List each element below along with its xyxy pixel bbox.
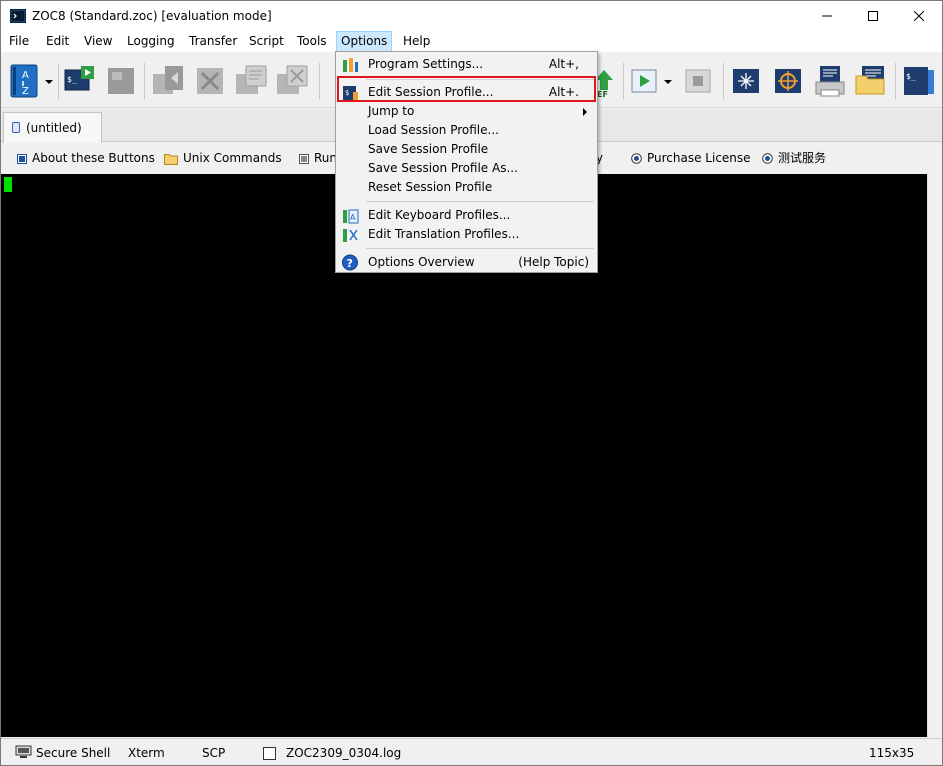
dropdown-arrow-icon[interactable] <box>44 78 54 86</box>
menu-item-save-session-profile[interactable]: Save Session Profile <box>338 140 595 159</box>
about-buttons-button[interactable]: About these Buttons <box>17 150 155 166</box>
sparkle-icon[interactable] <box>730 64 764 98</box>
terminal-settings-icon[interactable]: $_ <box>902 64 936 98</box>
terminal-app-icon <box>10 9 26 23</box>
log-checkbox[interactable] <box>263 747 276 760</box>
connection-status-icon <box>15 745 32 758</box>
menu-edit[interactable]: Edit <box>42 31 73 52</box>
radio-icon <box>631 153 642 164</box>
menu-script[interactable]: Script <box>245 31 288 52</box>
svg-text:?: ? <box>347 257 353 270</box>
tab-untitled[interactable]: (untitled) <box>3 112 102 143</box>
help-icon: ? <box>342 254 358 271</box>
menu-item-edit-keyboard-profiles[interactable]: A Edit Keyboard Profiles... <box>338 206 595 225</box>
session-tab-icon <box>12 122 20 133</box>
dropdown-arrow-icon[interactable] <box>663 78 673 86</box>
status-size: 115x35 <box>869 746 915 760</box>
folder-icon[interactable] <box>854 64 888 98</box>
test-service-button[interactable]: 测试服务 <box>762 150 826 166</box>
cancel-icon[interactable] <box>193 64 227 98</box>
print-icon[interactable] <box>813 64 847 98</box>
submenu-arrow-icon <box>583 108 587 116</box>
menu-file[interactable]: File <box>5 31 33 52</box>
svg-text:A: A <box>22 70 29 81</box>
menu-view[interactable]: View <box>80 31 116 52</box>
options-dropdown: Program Settings... Alt+, $ Edit Session… <box>335 51 598 273</box>
tab-label: (untitled) <box>26 121 82 135</box>
menu-item-jump-to[interactable]: Jump to <box>338 102 595 121</box>
purchase-license-button[interactable]: Purchase License <box>631 150 751 166</box>
app-window: ZOC8 (Standard.zoc) [evaluation mode] Fi… <box>0 0 943 766</box>
menu-item-load-session-profile[interactable]: Load Session Profile... <box>338 121 595 140</box>
vertical-scrollbar[interactable] <box>927 174 942 737</box>
svg-text:Z: Z <box>22 86 29 97</box>
status-logfile[interactable]: ZOC2309_0304.log <box>286 746 401 760</box>
svg-text:EF: EF <box>597 90 608 98</box>
window-title: ZOC8 (Standard.zoc) [evaluation mode] <box>32 9 272 23</box>
copy-screen-icon[interactable] <box>234 64 268 98</box>
stop-script-icon[interactable] <box>682 64 716 98</box>
svg-text:A: A <box>350 213 356 222</box>
keyboard-profile-icon: A <box>343 209 359 224</box>
translation-profile-icon <box>343 229 358 242</box>
status-emulation[interactable]: Xterm <box>128 746 165 760</box>
new-session-icon[interactable]: $_ <box>64 64 98 98</box>
menu-help[interactable]: Help <box>399 31 434 52</box>
square-icon <box>17 153 27 164</box>
close-button[interactable] <box>896 1 942 31</box>
status-protocol[interactable]: Secure Shell <box>36 746 110 760</box>
target-icon[interactable] <box>772 64 806 98</box>
quick-connect-icon[interactable] <box>104 64 138 98</box>
folder-icon <box>164 153 178 165</box>
minimize-icon <box>822 15 832 17</box>
menu-item-save-session-profile-as[interactable]: Save Session Profile As... <box>338 159 595 178</box>
menu-item-program-settings[interactable]: Program Settings... Alt+, <box>338 55 595 74</box>
menu-options[interactable]: Options <box>336 31 393 52</box>
square-icon <box>299 153 309 164</box>
svg-text:$: $ <box>345 89 349 97</box>
minimize-button[interactable] <box>804 1 850 31</box>
session-profile-icon: $ <box>343 86 358 100</box>
menu-item-edit-translation-profiles[interactable]: Edit Translation Profiles... <box>338 225 595 244</box>
svg-text:$_: $_ <box>67 75 77 84</box>
radio-icon <box>762 153 773 164</box>
program-settings-icon <box>343 58 358 72</box>
menu-transfer[interactable]: Transfer <box>185 31 241 52</box>
menu-item-reset-session-profile[interactable]: Reset Session Profile <box>338 178 595 197</box>
title-bar: ZOC8 (Standard.zoc) [evaluation mode] <box>1 1 942 31</box>
status-bar: Secure Shell Xterm SCP ZOC2309_0304.log … <box>1 738 942 765</box>
menu-logging[interactable]: Logging <box>123 31 179 52</box>
menu-bar: File Edit View Logging Transfer Script T… <box>1 31 942 52</box>
close-icon <box>914 11 924 21</box>
disconnect-icon[interactable] <box>151 64 185 98</box>
svg-text:$_: $_ <box>906 72 916 81</box>
menu-tools[interactable]: Tools <box>293 31 331 52</box>
run-button[interactable]: Run <box>299 150 337 166</box>
clear-screen-icon[interactable] <box>275 64 309 98</box>
unix-commands-button[interactable]: Unix Commands <box>164 150 282 166</box>
run-script-icon[interactable] <box>629 64 663 98</box>
status-transfer[interactable]: SCP <box>202 746 225 760</box>
address-book-icon[interactable]: A Z <box>9 64 43 98</box>
maximize-button[interactable] <box>850 1 896 31</box>
menu-item-options-overview[interactable]: ? Options Overview (Help Topic) <box>338 253 595 272</box>
menu-item-edit-session-profile[interactable]: $ Edit Session Profile... Alt+. <box>338 83 595 102</box>
maximize-icon <box>868 11 878 21</box>
terminal-cursor <box>4 177 12 192</box>
